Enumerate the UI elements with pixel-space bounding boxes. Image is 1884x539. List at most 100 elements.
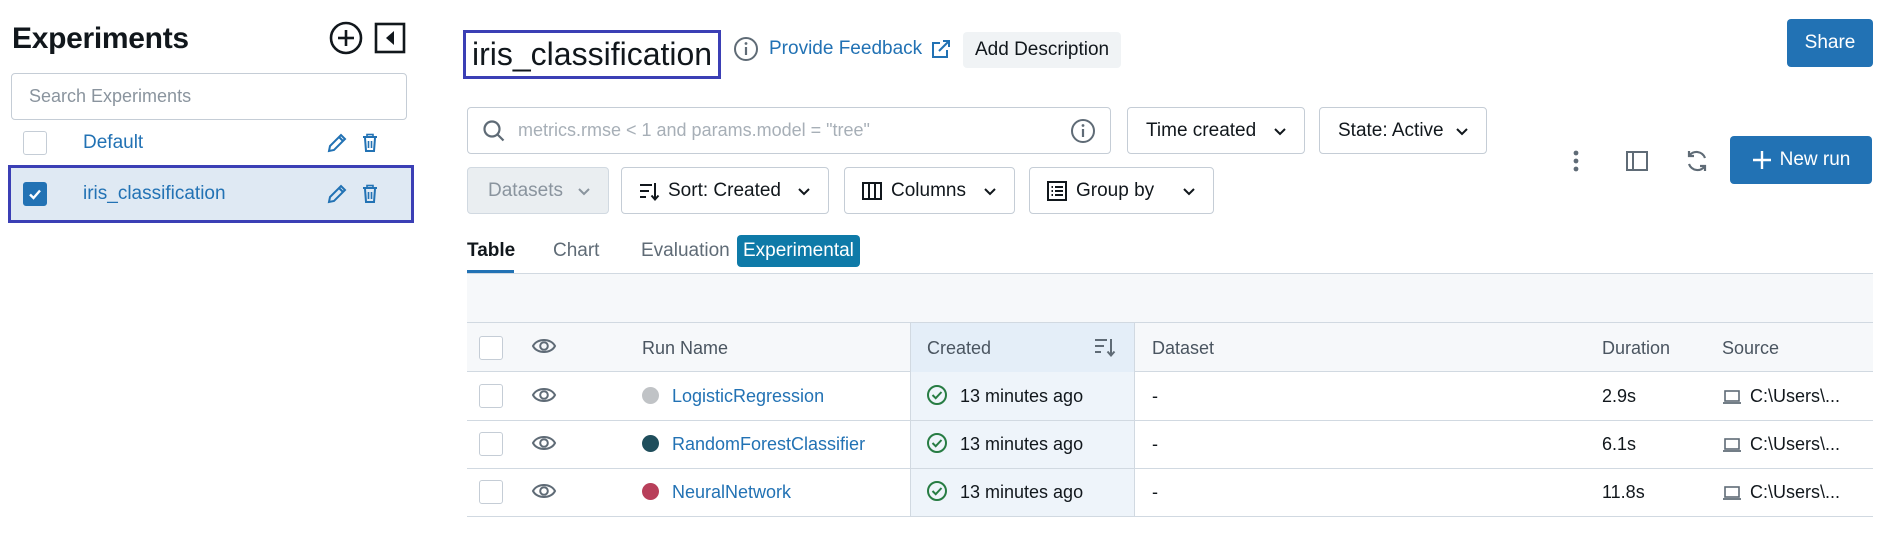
source-cell[interactable]: C:\Users\... (1722, 434, 1840, 455)
sort-label: Sort: Created (668, 179, 781, 201)
more-options-button[interactable] (1556, 141, 1596, 181)
trash-icon (363, 184, 377, 203)
run-color-dot[interactable] (642, 483, 659, 500)
duration-value: 6.1s (1602, 434, 1637, 454)
tab-evaluation[interactable]: Evaluation (641, 240, 730, 262)
chevron-down-icon (1274, 127, 1286, 135)
created-time: 13 minutes ago (960, 386, 1084, 406)
refresh-button[interactable] (1677, 141, 1717, 181)
experiment-info-button[interactable] (733, 36, 759, 62)
column-header-run-name[interactable]: Run Name (642, 338, 728, 359)
experiment-label[interactable]: iris_classification (83, 183, 226, 205)
add-description-button[interactable]: Add Description (963, 32, 1122, 68)
laptop-icon (1723, 389, 1741, 404)
row-checkbox[interactable] (479, 432, 503, 456)
group-by-label: Group by (1076, 179, 1155, 201)
sort-column-button[interactable] (1093, 336, 1117, 358)
tab-chart[interactable]: Chart (553, 240, 599, 262)
eye-icon (531, 436, 557, 450)
edit-experiment-button[interactable] (325, 131, 349, 155)
time-created-dropdown[interactable]: Time created (1127, 107, 1305, 154)
column-header-source[interactable]: Source (1722, 338, 1779, 359)
search-experiments-box[interactable] (11, 73, 407, 120)
run-filter-input[interactable] (518, 120, 1070, 141)
trash-icon (363, 133, 377, 152)
dataset-value: - (1152, 482, 1158, 502)
row-checkbox[interactable] (479, 384, 503, 408)
experiment-title: iris_classification (463, 30, 722, 79)
edit-experiment-button[interactable] (325, 182, 349, 206)
check-circle-icon (927, 433, 947, 453)
chevron-down-icon (984, 187, 996, 195)
toggle-all-visibility-button[interactable] (531, 335, 557, 357)
plus-circle-icon (329, 21, 363, 55)
column-header-created[interactable]: Created (927, 338, 991, 359)
refresh-icon (1687, 150, 1707, 172)
delete-experiment-button[interactable] (358, 182, 382, 206)
checkmark-icon (29, 189, 41, 200)
search-icon (483, 119, 505, 141)
select-all-checkbox[interactable] (479, 336, 503, 360)
collapse-left-icon (374, 22, 406, 54)
share-button[interactable]: Share (1787, 19, 1873, 67)
run-name-link[interactable]: NeuralNetwork (672, 482, 791, 503)
info-icon[interactable] (1070, 118, 1096, 144)
provide-feedback-link[interactable]: Provide Feedback (769, 38, 952, 60)
datasets-label: Datasets (488, 179, 563, 201)
columns-dropdown[interactable]: Columns (844, 167, 1015, 214)
source-value: C:\Users\... (1750, 482, 1841, 502)
experiment-checkbox[interactable] (23, 131, 47, 155)
column-header-dataset[interactable]: Dataset (1152, 338, 1214, 359)
provide-feedback-label: Provide Feedback (769, 38, 923, 59)
eye-icon (531, 484, 557, 498)
source-cell[interactable]: C:\Users\... (1722, 482, 1840, 503)
run-color-dot[interactable] (642, 435, 659, 452)
laptop-icon (1723, 437, 1741, 452)
sort-descending-icon (1095, 339, 1116, 358)
columns-label: Columns (891, 179, 966, 201)
chevron-down-icon (1456, 127, 1468, 135)
table-toolbar-strip (467, 274, 1873, 323)
run-color-dot[interactable] (642, 387, 659, 404)
dataset-value: - (1152, 434, 1158, 454)
run-name-link[interactable]: LogisticRegression (672, 386, 824, 407)
state-filter-label: State: Active (1338, 119, 1444, 141)
toggle-side-panel-button[interactable] (1617, 141, 1657, 181)
list-icon (1047, 180, 1067, 201)
new-run-button[interactable]: New run (1730, 136, 1872, 184)
row-checkbox[interactable] (479, 480, 503, 504)
datasets-dropdown[interactable]: Datasets (467, 167, 609, 214)
experiment-item-iris-classification[interactable]: iris_classification (8, 165, 414, 223)
search-experiments-input[interactable] (29, 86, 389, 107)
tab-table[interactable]: Table (467, 240, 515, 262)
group-by-dropdown[interactable]: Group by (1029, 167, 1214, 214)
experiment-item-default[interactable]: Default (11, 120, 411, 166)
kebab-menu-icon (1573, 150, 1579, 172)
chevron-down-icon (798, 187, 810, 195)
pencil-icon (327, 184, 347, 204)
run-filter-box[interactable] (467, 107, 1111, 154)
delete-experiment-button[interactable] (358, 131, 382, 155)
laptop-icon (1723, 485, 1741, 500)
column-header-duration[interactable]: Duration (1602, 338, 1670, 359)
row-divider (467, 516, 1873, 517)
add-experiment-button[interactable] (329, 21, 363, 55)
created-time: 13 minutes ago (960, 482, 1084, 502)
collapse-sidebar-button[interactable] (373, 21, 407, 55)
check-circle-icon (927, 385, 947, 405)
run-name-link[interactable]: RandomForestClassifier (672, 434, 865, 455)
toggle-run-visibility-button[interactable] (531, 432, 557, 454)
pencil-icon (327, 133, 347, 153)
toggle-run-visibility-button[interactable] (531, 480, 557, 502)
source-value: C:\Users\... (1750, 434, 1841, 454)
state-filter-dropdown[interactable]: State: Active (1319, 107, 1487, 154)
toggle-run-visibility-button[interactable] (531, 384, 557, 406)
sort-dropdown[interactable]: Sort: Created (621, 167, 829, 214)
source-cell[interactable]: C:\Users\... (1722, 386, 1840, 407)
source-value: C:\Users\... (1750, 386, 1841, 406)
experiment-checkbox[interactable] (23, 182, 47, 206)
created-time: 13 minutes ago (960, 434, 1084, 454)
experiment-label[interactable]: Default (83, 132, 143, 154)
sidebar-panel-icon (1626, 151, 1648, 171)
info-icon (734, 37, 758, 61)
